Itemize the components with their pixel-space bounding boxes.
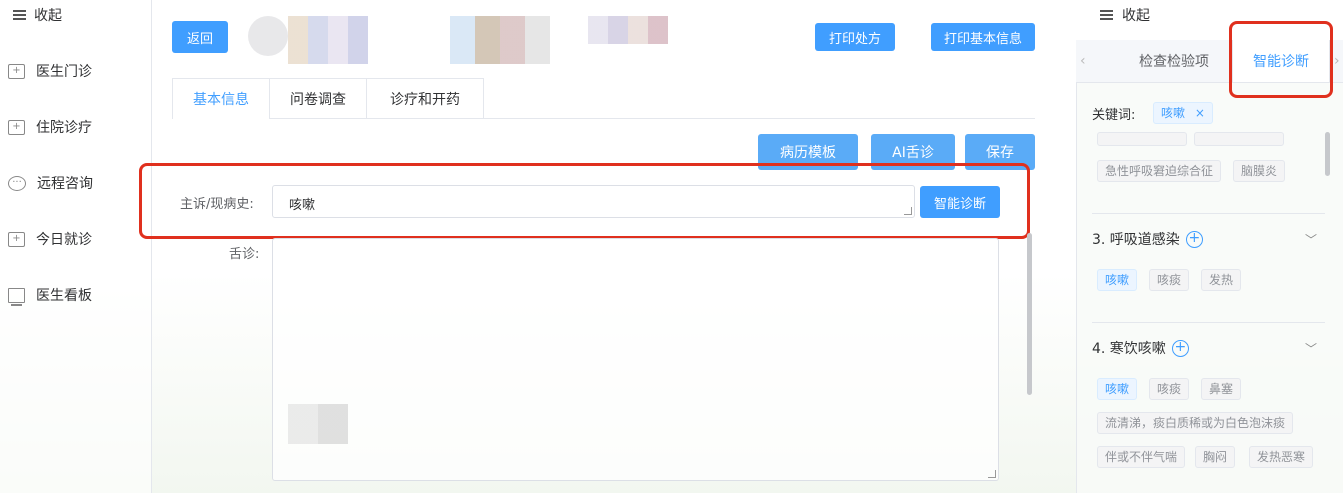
chevron-down-icon[interactable]: ﹀	[1305, 231, 1317, 248]
tag[interactable]: 流清涕，痰白质稀或为白色泡沫痰	[1097, 412, 1294, 434]
add-icon[interactable]: +	[1185, 230, 1203, 248]
tag[interactable]: 咳痰	[1149, 378, 1190, 400]
tag[interactable]: 鼻塞	[1201, 378, 1242, 400]
chevron-left-icon[interactable]: ‹	[1080, 53, 1086, 69]
sidebar-item-doctor-clinic[interactable]: + 医生门诊	[8, 61, 92, 81]
keyword-tag[interactable]: 咳嗽 ×	[1153, 102, 1213, 124]
tongue-label: 舌诊:	[229, 247, 260, 262]
group-title-text: 4. 寒饮咳嗽	[1092, 341, 1166, 357]
tag[interactable]: 咳嗽	[1097, 378, 1138, 400]
redacted-image	[288, 404, 348, 444]
tag[interactable]: 急性呼吸窘迫综合征	[1097, 160, 1222, 182]
resize-handle-icon[interactable]	[988, 470, 996, 478]
resize-handle-icon[interactable]	[904, 207, 912, 215]
sidebar-collapse[interactable]: 收起	[13, 5, 62, 25]
tab-basic-info[interactable]: 基本信息	[173, 79, 270, 119]
sidebar-item-inpatient[interactable]: + 住院诊疗	[8, 117, 92, 137]
sidebar-item-today-visits[interactable]: + 今日就诊	[8, 229, 92, 249]
tab-divider	[269, 118, 1035, 119]
right-panel-collapse[interactable]: 收起	[1100, 5, 1150, 25]
chevron-down-icon[interactable]: ﹀	[1305, 340, 1317, 357]
chevron-right-icon[interactable]: ›	[1334, 53, 1340, 69]
ai-tongue-diagnosis-button[interactable]: AI舌诊	[871, 134, 955, 170]
tag[interactable]: 伴或不伴气喘	[1097, 446, 1186, 468]
redacted-info	[450, 16, 550, 64]
right-panel-collapse-label: 收起	[1122, 8, 1150, 24]
calendar-icon: +	[8, 119, 25, 135]
right-panel-tabs: ‹ 检查检验项 智能诊断 ›	[1076, 40, 1343, 83]
print-prescription-button[interactable]: 打印处方	[815, 23, 895, 51]
divider	[1092, 213, 1325, 214]
smart-diagnosis-button[interactable]: 智能诊断	[920, 186, 1000, 218]
calendar-icon: +	[8, 231, 25, 247]
menu-fold-icon	[13, 9, 26, 21]
chat-bubble-icon: ···	[8, 175, 26, 191]
menu-fold-icon	[1100, 9, 1113, 21]
sidebar-collapse-label: 收起	[34, 8, 62, 24]
tag[interactable]: 发热	[1201, 269, 1242, 291]
tab-exam-items[interactable]: 检查检验项	[1116, 40, 1232, 82]
tab-questionnaire[interactable]: 问卷调查	[270, 79, 367, 119]
calendar-icon: +	[8, 63, 25, 79]
complaint-value: 咳嗽	[289, 198, 316, 213]
record-tabs: 基本信息 问卷调查 诊疗和开药	[172, 78, 484, 119]
left-sidebar: 收起 + 医生门诊 + 住院诊疗 ··· 远程咨询 + 今日就诊 医生看板	[0, 0, 152, 493]
redacted-info	[588, 16, 668, 44]
keyword-label: 关键词:	[1092, 108, 1136, 123]
close-icon[interactable]: ×	[1195, 106, 1205, 120]
diagnosis-group-title: 4. 寒饮咳嗽 +	[1092, 338, 1189, 358]
add-icon[interactable]: +	[1171, 339, 1189, 357]
back-button[interactable]: 返回	[172, 21, 228, 53]
tag[interactable]: 脑膜炎	[1233, 160, 1286, 182]
tag[interactable]: 发热恶寒	[1249, 446, 1314, 468]
sidebar-item-doctor-board[interactable]: 医生看板	[8, 285, 92, 306]
tag-clipped	[1194, 132, 1284, 146]
tab-smart-diagnosis[interactable]: 智能诊断	[1232, 40, 1330, 82]
print-basic-info-button[interactable]: 打印基本信息	[931, 23, 1035, 51]
divider	[1092, 322, 1325, 323]
group-title-text: 3. 呼吸道感染	[1092, 232, 1180, 248]
tag[interactable]: 咳痰	[1149, 269, 1190, 291]
complaint-label: 主诉/现病史:	[180, 197, 254, 212]
sidebar-item-label: 住院诊疗	[36, 120, 92, 136]
tag-clipped	[1097, 132, 1187, 146]
redacted-name	[288, 16, 368, 64]
avatar	[248, 16, 288, 56]
sidebar-item-label: 今日就诊	[36, 232, 92, 248]
sidebar-item-label: 医生看板	[36, 288, 92, 304]
save-button[interactable]: 保存	[965, 134, 1035, 170]
sidebar-item-label: 远程咨询	[37, 176, 93, 192]
scrollbar[interactable]	[1325, 132, 1330, 176]
tag[interactable]: 胸闷	[1195, 446, 1236, 468]
keyword-tag-text: 咳嗽	[1161, 106, 1186, 120]
medical-record-template-button[interactable]: 病历模板	[758, 134, 858, 170]
tab-treatment-prescription[interactable]: 诊疗和开药	[367, 79, 483, 119]
sidebar-item-label: 医生门诊	[36, 64, 92, 80]
scrollbar[interactable]	[1027, 233, 1032, 395]
sidebar-item-remote-consult[interactable]: ··· 远程咨询	[8, 173, 93, 193]
diagnosis-group-title: 3. 呼吸道感染 +	[1092, 229, 1203, 249]
tag[interactable]: 咳嗽	[1097, 269, 1138, 291]
tongue-textarea[interactable]	[272, 238, 999, 481]
complaint-textarea[interactable]: 咳嗽	[272, 185, 915, 218]
monitor-icon	[8, 287, 25, 306]
